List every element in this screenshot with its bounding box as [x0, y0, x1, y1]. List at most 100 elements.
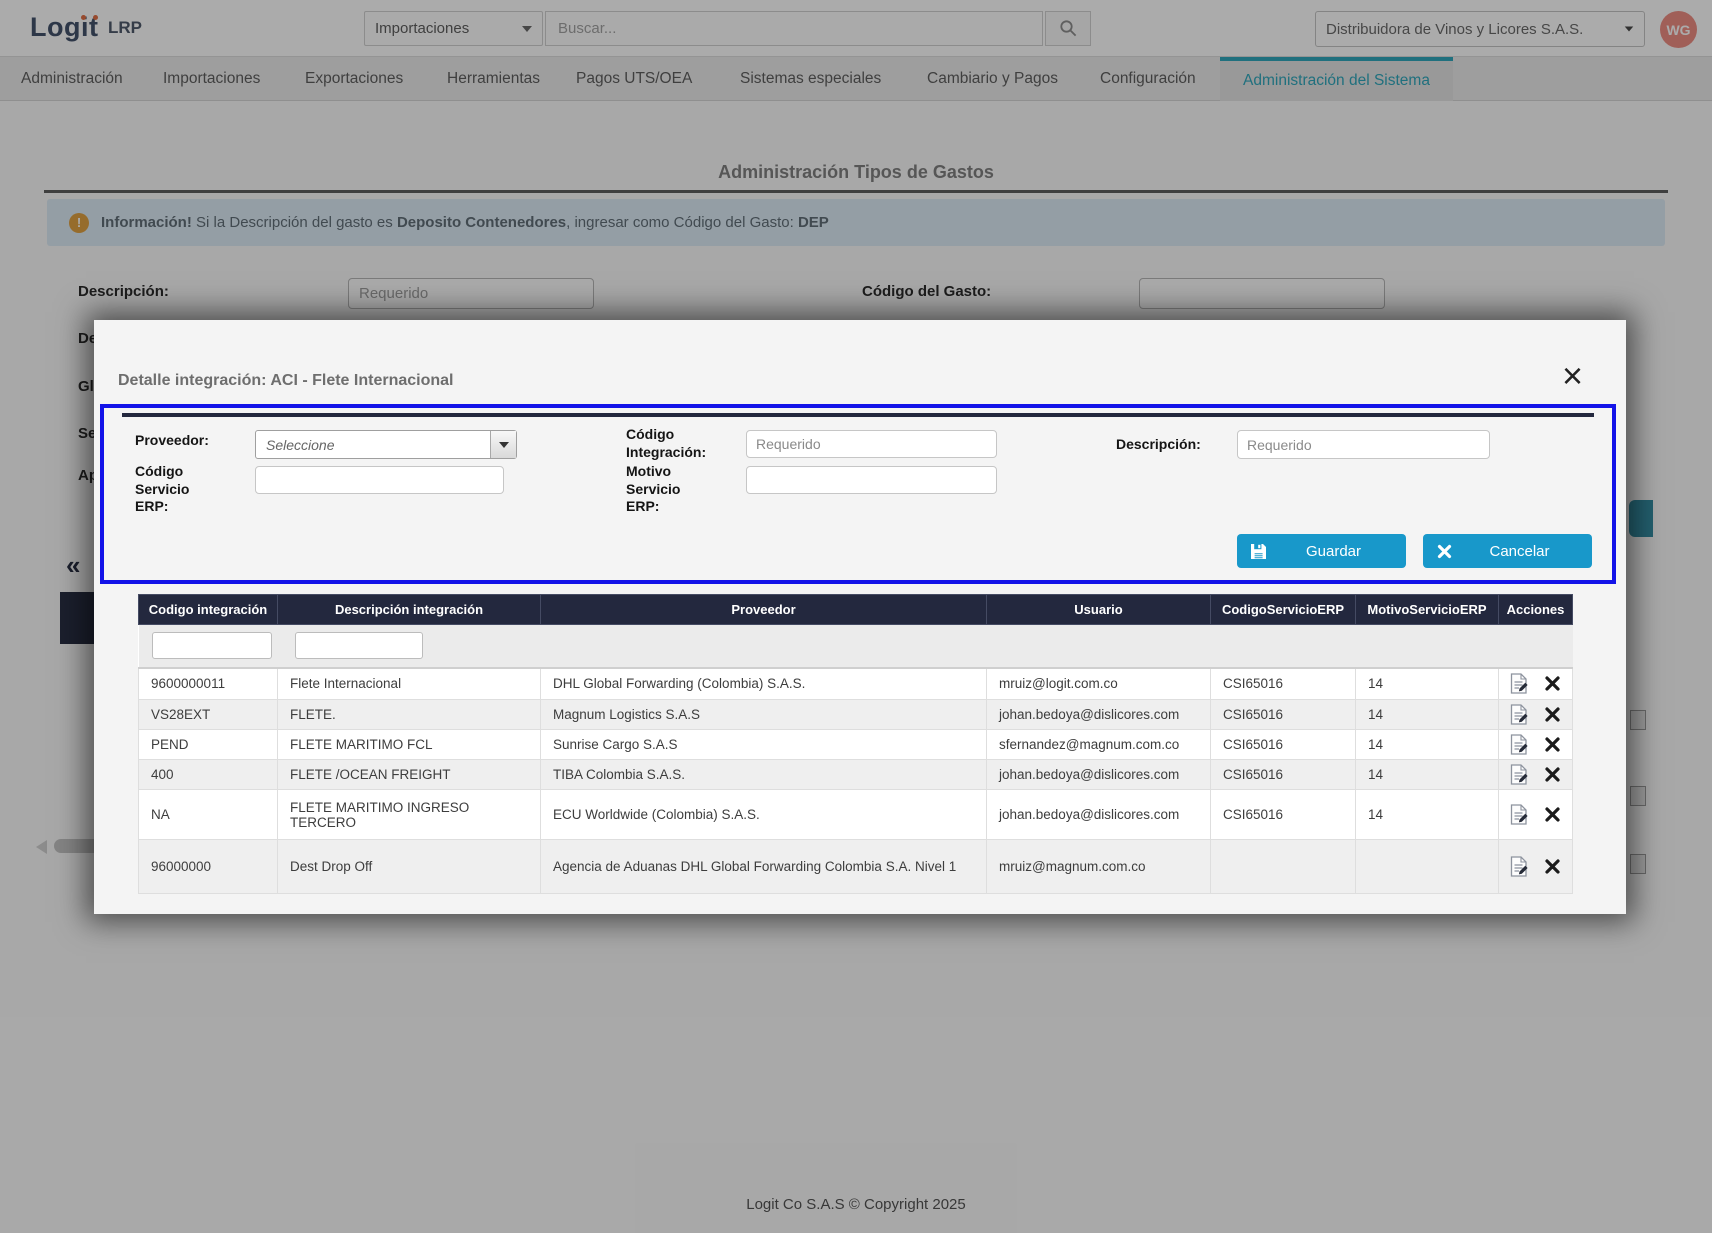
- cell-usuario: mruiz@logit.com.co: [987, 668, 1211, 700]
- table-header-row: Codigo integración Descripción integraci…: [139, 595, 1573, 625]
- edit-icon: [1510, 764, 1530, 785]
- delete-button[interactable]: [1544, 858, 1561, 875]
- save-floppy-icon: [1237, 543, 1279, 560]
- cell-motivo-erp: 14: [1356, 730, 1499, 760]
- cell-descripcion: FLETE MARITIMO FCL: [278, 730, 541, 760]
- select-dropdown-button[interactable]: [490, 431, 516, 458]
- cell-proveedor: Agencia de Aduanas DHL Global Forwarding…: [541, 840, 987, 894]
- edit-icon: [1510, 804, 1530, 825]
- cell-codigo: 96000000: [139, 840, 278, 894]
- edit-button[interactable]: [1510, 856, 1530, 877]
- col-codigo-servicio-erp: CodigoServicioERP: [1211, 595, 1356, 625]
- edit-button[interactable]: [1510, 804, 1530, 825]
- proveedor-label: Proveedor:: [135, 432, 209, 450]
- cell-usuario: johan.bedoya@dislicores.com: [987, 700, 1211, 730]
- delete-button[interactable]: [1544, 766, 1561, 783]
- cell-proveedor: Sunrise Cargo S.A.S: [541, 730, 987, 760]
- save-button[interactable]: Guardar: [1237, 534, 1406, 568]
- table-row[interactable]: 9600000011 Flete Internacional DHL Globa…: [139, 668, 1573, 700]
- table-filter-row: [139, 625, 1573, 668]
- delete-button[interactable]: [1544, 736, 1561, 753]
- detalle-integracion-dialog: Detalle integración: ACI - Flete Interna…: [94, 320, 1626, 914]
- cell-motivo-erp: 14: [1356, 760, 1499, 790]
- cell-motivo-erp: 14: [1356, 700, 1499, 730]
- table-row[interactable]: NA FLETE MARITIMO INGRESO TERCERO ECU Wo…: [139, 790, 1573, 840]
- edit-icon: [1510, 856, 1530, 877]
- cell-codigo: PEND: [139, 730, 278, 760]
- descripcion-modal-label: Descripción:: [1116, 436, 1201, 454]
- cell-proveedor: Magnum Logistics S.A.S: [541, 700, 987, 730]
- motivo-servicio-erp-label: Motivo Servicio ERP:: [626, 463, 702, 516]
- col-usuario: Usuario: [987, 595, 1211, 625]
- cancel-x-icon: [1423, 544, 1465, 559]
- col-codigo-integracion: Codigo integración: [139, 595, 278, 625]
- cell-proveedor: ECU Worldwide (Colombia) S.A.S.: [541, 790, 987, 840]
- edit-icon: [1510, 704, 1530, 725]
- cell-descripcion: Flete Internacional: [278, 668, 541, 700]
- cell-proveedor: TIBA Colombia S.A.S.: [541, 760, 987, 790]
- delete-button[interactable]: [1544, 706, 1561, 723]
- proveedor-select-value: Seleccione: [256, 431, 490, 458]
- cell-usuario: sfernandez@magnum.com.co: [987, 730, 1211, 760]
- close-icon[interactable]: ×: [1562, 358, 1583, 394]
- col-motivo-servicio-erp: MotivoServicioERP: [1356, 595, 1499, 625]
- cell-codigo: 9600000011: [139, 668, 278, 700]
- delete-x-icon: [1544, 858, 1561, 875]
- cell-proveedor: DHL Global Forwarding (Colombia) S.A.S.: [541, 668, 987, 700]
- cell-descripcion: Dest Drop Off: [278, 840, 541, 894]
- delete-button[interactable]: [1544, 675, 1561, 692]
- filter-descripcion-input[interactable]: [295, 632, 423, 659]
- cell-descripcion: FLETE MARITIMO INGRESO TERCERO: [278, 790, 541, 840]
- cell-motivo-erp: 14: [1356, 668, 1499, 700]
- table-row[interactable]: 400 FLETE /OCEAN FREIGHT TIBA Colombia S…: [139, 760, 1573, 790]
- col-acciones: Acciones: [1499, 595, 1573, 625]
- edit-button[interactable]: [1510, 734, 1530, 755]
- delete-x-icon: [1544, 806, 1561, 823]
- integration-form-highlight-box: Proveedor: Seleccione Código Integración…: [100, 404, 1616, 584]
- table-row[interactable]: PEND FLETE MARITIMO FCL Sunrise Cargo S.…: [139, 730, 1573, 760]
- table-row[interactable]: VS28EXT FLETE. Magnum Logistics S.A.S jo…: [139, 700, 1573, 730]
- cancel-button-label: Cancelar: [1465, 543, 1592, 560]
- cell-codigo-erp: CSI65016: [1211, 730, 1356, 760]
- edit-button[interactable]: [1510, 704, 1530, 725]
- cell-motivo-erp: 14: [1356, 790, 1499, 840]
- cancel-button[interactable]: Cancelar: [1423, 534, 1592, 568]
- codigo-integracion-input[interactable]: [746, 430, 997, 458]
- cell-usuario: johan.bedoya@dislicores.com: [987, 790, 1211, 840]
- edit-button[interactable]: [1510, 673, 1530, 694]
- filter-codigo-input[interactable]: [152, 632, 272, 659]
- form-top-divider: [122, 413, 1594, 417]
- col-proveedor: Proveedor: [541, 595, 987, 625]
- chevron-down-icon: [499, 442, 509, 448]
- delete-button[interactable]: [1544, 806, 1561, 823]
- cell-usuario: mruiz@magnum.com.co: [987, 840, 1211, 894]
- motivo-servicio-erp-input[interactable]: [746, 466, 997, 494]
- edit-icon: [1510, 673, 1530, 694]
- cell-codigo-erp: CSI65016: [1211, 700, 1356, 730]
- edit-icon: [1510, 734, 1530, 755]
- table-row[interactable]: 96000000 Dest Drop Off Agencia de Aduana…: [139, 840, 1573, 894]
- cell-codigo-erp: CSI65016: [1211, 668, 1356, 700]
- delete-x-icon: [1544, 736, 1561, 753]
- descripcion-modal-input[interactable]: [1237, 430, 1490, 459]
- cell-codigo: NA: [139, 790, 278, 840]
- edit-button[interactable]: [1510, 764, 1530, 785]
- cell-codigo-erp: CSI65016: [1211, 760, 1356, 790]
- cell-codigo-erp: [1211, 840, 1356, 894]
- col-descripcion-integracion: Descripción integración: [278, 595, 541, 625]
- integrations-table: Codigo integración Descripción integraci…: [138, 594, 1573, 894]
- save-button-label: Guardar: [1279, 543, 1406, 560]
- delete-x-icon: [1544, 706, 1561, 723]
- cell-codigo: 400: [139, 760, 278, 790]
- codigo-servicio-erp-input[interactable]: [255, 466, 504, 494]
- dialog-title: Detalle integración: ACI - Flete Interna…: [118, 372, 453, 390]
- proveedor-select[interactable]: Seleccione: [255, 430, 517, 459]
- cell-usuario: johan.bedoya@dislicores.com: [987, 760, 1211, 790]
- cell-motivo-erp: [1356, 840, 1499, 894]
- codigo-integracion-label: Código Integración:: [626, 426, 726, 461]
- delete-x-icon: [1544, 766, 1561, 783]
- application-window: Logit LRP Importaciones Distribuidora de…: [0, 0, 1712, 1233]
- delete-x-icon: [1544, 675, 1561, 692]
- cell-descripcion: FLETE /OCEAN FREIGHT: [278, 760, 541, 790]
- cell-codigo: VS28EXT: [139, 700, 278, 730]
